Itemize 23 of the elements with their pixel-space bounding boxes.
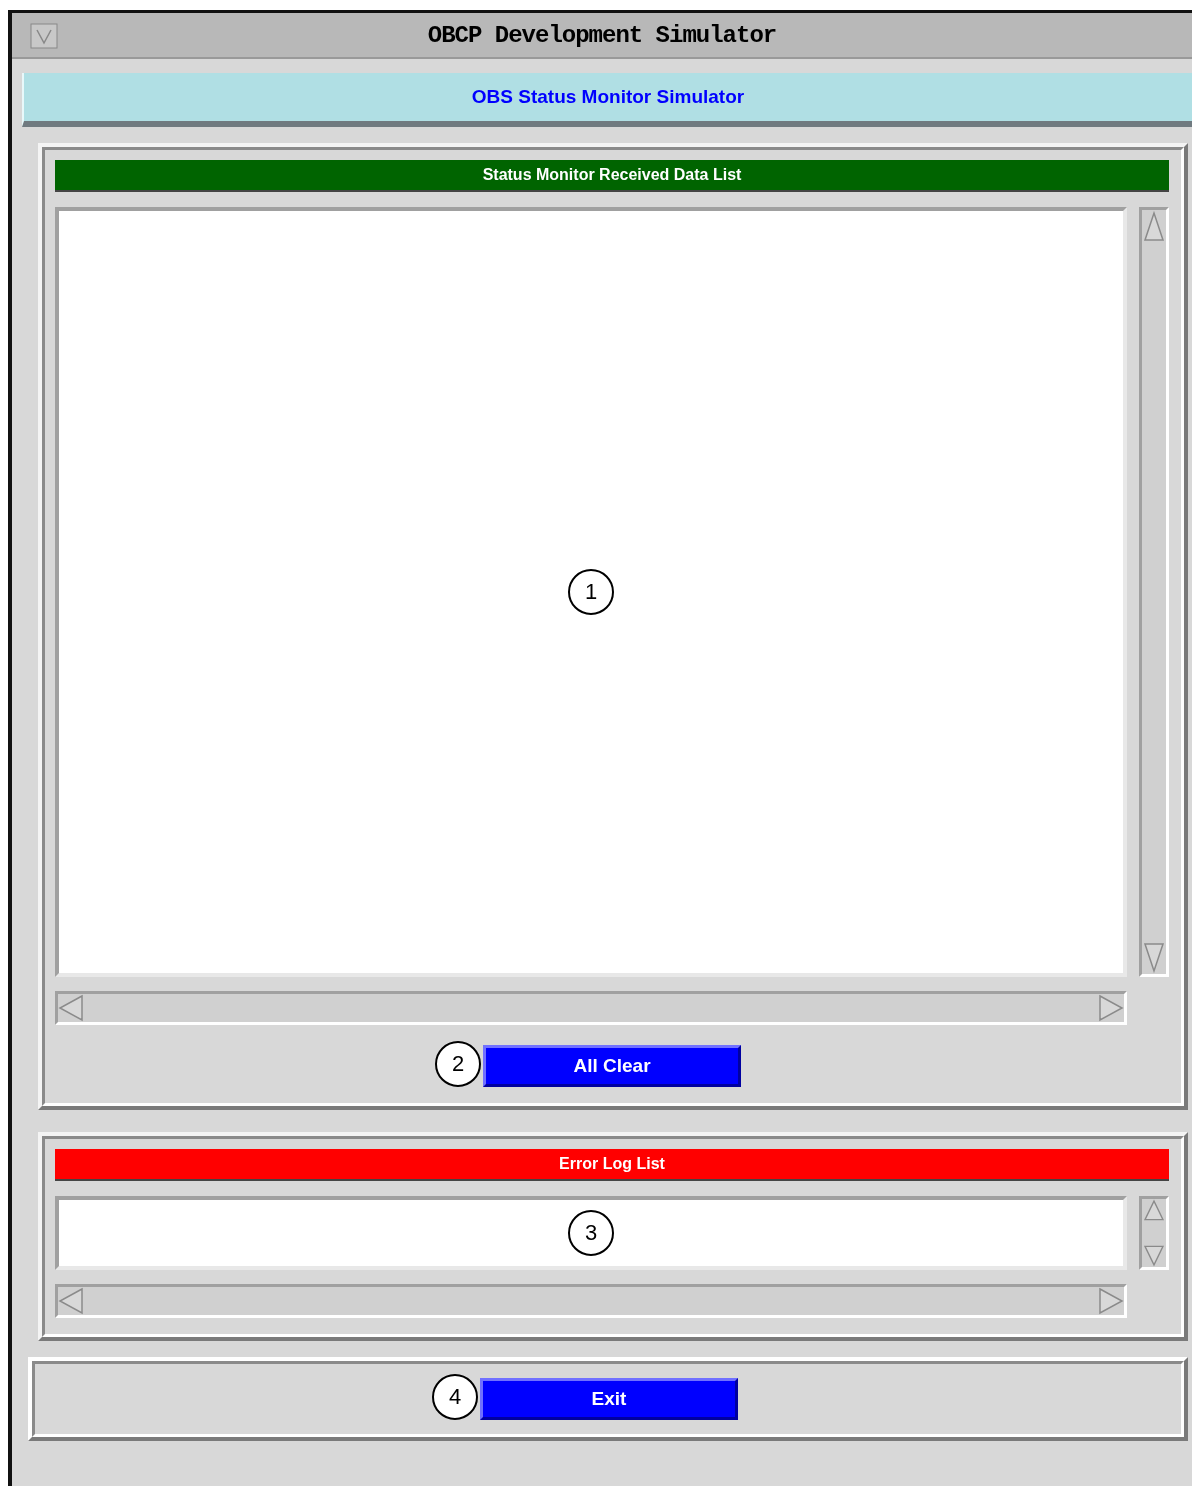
scroll-right-icon[interactable] (1098, 1287, 1124, 1315)
clear-button[interactable]: All Clear (483, 1045, 741, 1087)
scroll-left-icon[interactable] (58, 994, 84, 1022)
exit-button[interactable]: Exit (480, 1378, 738, 1420)
scroll-right-icon[interactable] (1098, 994, 1124, 1022)
vertical-scrollbar[interactable] (1139, 1196, 1169, 1270)
vertical-scrollbar[interactable] (1139, 207, 1169, 977)
window-menu-icon[interactable] (30, 23, 58, 49)
scroll-up-icon[interactable] (1142, 1199, 1166, 1221)
app-header: OBS Status Monitor Simulator (22, 73, 1192, 127)
callout-number: 1 (568, 569, 614, 615)
scroll-down-icon[interactable] (1142, 942, 1166, 974)
scroll-left-icon[interactable] (58, 1287, 84, 1315)
scroll-up-icon[interactable] (1142, 210, 1166, 242)
callout-number: 2 (435, 1041, 481, 1087)
callout-number: 3 (568, 1210, 614, 1256)
list-title-bar: Status Monitor Received Data List (55, 160, 1169, 192)
horizontal-scrollbar[interactable] (55, 991, 1127, 1025)
horizontal-scrollbar[interactable] (55, 1284, 1127, 1318)
callout-number: 4 (432, 1374, 478, 1420)
scroll-down-icon[interactable] (1142, 1245, 1166, 1267)
window-title: OBCP Development Simulator (426, 21, 778, 49)
list-title-bar: Error Log List (55, 1149, 1169, 1181)
